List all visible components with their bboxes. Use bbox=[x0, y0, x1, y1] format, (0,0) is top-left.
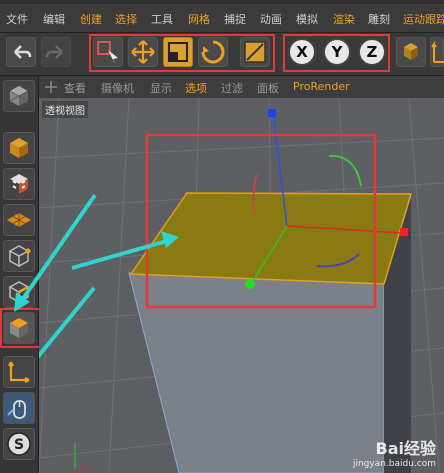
snap-button[interactable]: S bbox=[3, 428, 35, 460]
menu-simulate[interactable]: 模拟 bbox=[296, 11, 318, 27]
snap-icon: S bbox=[7, 432, 31, 456]
undo-icon bbox=[14, 45, 32, 59]
world-axis-indicator bbox=[74, 443, 89, 469]
world-coordinates-icon bbox=[404, 43, 418, 60]
coordinate-system-button[interactable] bbox=[430, 37, 444, 67]
viewport-menu-options[interactable]: 选项 bbox=[185, 80, 207, 96]
menu-sculpt[interactable]: 雕刻 bbox=[368, 11, 390, 27]
x-axis-handle bbox=[400, 228, 408, 236]
menu-animate[interactable]: 动画 bbox=[260, 11, 282, 27]
y-axis-handle bbox=[245, 279, 255, 289]
menu-bar: 文件 编辑 创建 选择 工具 网格 捕捉 动画 模拟 渲染 雕刻 运动跟踪 bbox=[0, 0, 444, 33]
make-editable-button[interactable] bbox=[3, 80, 35, 112]
axis-mode-icon bbox=[8, 361, 30, 383]
main-toolbar: X Y Z bbox=[0, 33, 444, 76]
viewport-menu-view[interactable]: 查看 bbox=[64, 80, 86, 96]
axis-group-highlight-box bbox=[283, 34, 390, 72]
model-mode-icon bbox=[10, 138, 28, 158]
svg-text:S: S bbox=[14, 437, 24, 453]
tweak-mode-icon bbox=[7, 400, 26, 419]
redo-button[interactable] bbox=[41, 37, 71, 67]
menu-create[interactable]: 创建 bbox=[80, 11, 102, 27]
axis-arrow-icon bbox=[431, 40, 444, 63]
viewport-menu-display[interactable]: 显示 bbox=[150, 80, 172, 96]
world-coordinates-button[interactable] bbox=[396, 37, 426, 67]
menu-snap[interactable]: 捕捉 bbox=[224, 11, 246, 27]
viewport-menu-panel[interactable]: 面板 bbox=[257, 80, 279, 96]
cube-front-face bbox=[128, 272, 385, 473]
watermark-url: jingyan.baidu.com bbox=[352, 459, 436, 469]
rotation-arc-green bbox=[328, 154, 362, 187]
menu-mesh[interactable]: 网格 bbox=[188, 11, 210, 27]
menu-tools[interactable]: 工具 bbox=[151, 11, 173, 27]
tweak-mode-button[interactable] bbox=[3, 392, 35, 424]
axis-mode-button[interactable] bbox=[3, 356, 35, 388]
viewport-menu-cameras[interactable]: 摄像机 bbox=[101, 80, 134, 96]
annotation-arrow-to-polygon-mode bbox=[14, 193, 97, 312]
make-editable-icon bbox=[9, 86, 29, 106]
z-axis-handle bbox=[268, 109, 276, 117]
viewport-label: 透视视图 bbox=[42, 101, 88, 118]
undo-button[interactable] bbox=[6, 37, 36, 67]
menu-motion-tracker[interactable]: 运动跟踪 bbox=[403, 11, 444, 27]
model-mode-button[interactable] bbox=[3, 132, 35, 164]
menu-file[interactable]: 文件 bbox=[6, 11, 28, 27]
viewport-menu-prorender[interactable]: ProRender bbox=[293, 80, 350, 93]
tool-group-highlight-box bbox=[89, 34, 275, 72]
viewport-menu-bar: 查看 摄像机 显示 选项 过滤 面板 ProRender bbox=[39, 76, 444, 99]
window-title-strip bbox=[0, 0, 444, 4]
menu-select[interactable]: 选择 bbox=[115, 11, 137, 27]
viewport-nav-icon[interactable] bbox=[44, 80, 58, 94]
menu-render[interactable]: 渲染 bbox=[333, 11, 355, 27]
viewport-menu-filter[interactable]: 过滤 bbox=[221, 80, 243, 96]
redo-icon bbox=[45, 45, 63, 59]
watermark: Bai经验 jingyan.baidu.com bbox=[353, 435, 436, 469]
menu-edit[interactable]: 编辑 bbox=[43, 11, 65, 27]
watermark-logo: Bai经验 bbox=[375, 439, 436, 458]
